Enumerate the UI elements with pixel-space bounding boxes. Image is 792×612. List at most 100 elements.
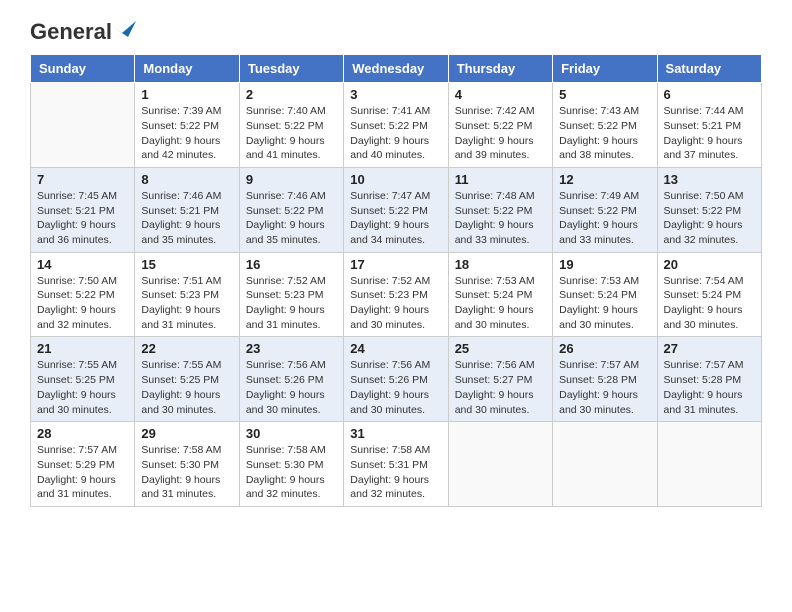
calendar-cell: 25 Sunrise: 7:56 AMSunset: 5:27 PMDayligh… (448, 337, 552, 422)
day-info: Sunrise: 7:56 AMSunset: 5:26 PMDaylight:… (246, 358, 337, 417)
calendar-cell: 11 Sunrise: 7:48 AMSunset: 5:22 PMDayligh… (448, 167, 552, 252)
calendar-cell: 14 Sunrise: 7:50 AMSunset: 5:22 PMDayligh… (31, 252, 135, 337)
calendar-cell: 13 Sunrise: 7:50 AMSunset: 5:22 PMDayligh… (657, 167, 761, 252)
calendar-cell: 30 Sunrise: 7:58 AMSunset: 5:30 PMDayligh… (239, 422, 343, 507)
day-number: 15 (141, 257, 232, 272)
day-info: Sunrise: 7:53 AMSunset: 5:24 PMDaylight:… (455, 274, 546, 333)
day-info: Sunrise: 7:50 AMSunset: 5:22 PMDaylight:… (664, 189, 755, 248)
calendar-cell: 5Sunrise: 7:43 AMSunset: 5:22 PMDaylight… (553, 83, 657, 168)
day-info: Sunrise: 7:56 AMSunset: 5:27 PMDaylight:… (455, 358, 546, 417)
calendar-cell (553, 422, 657, 507)
calendar-cell: 23 Sunrise: 7:56 AMSunset: 5:26 PMDayligh… (239, 337, 343, 422)
day-number: 1 (141, 87, 232, 102)
calendar-cell: 24 Sunrise: 7:56 AMSunset: 5:26 PMDayligh… (344, 337, 448, 422)
calendar-cell: 9 Sunrise: 7:46 AMSunset: 5:22 PMDaylight… (239, 167, 343, 252)
calendar-cell: 2Sunrise: 7:40 AMSunset: 5:22 PMDaylight… (239, 83, 343, 168)
day-info: Sunrise: 7:42 AMSunset: 5:22 PMDaylight:… (455, 104, 546, 163)
calendar-cell: 31 Sunrise: 7:58 AMSunset: 5:31 PMDayligh… (344, 422, 448, 507)
day-of-week-header: Thursday (448, 55, 552, 83)
calendar-cell: 7 Sunrise: 7:45 AMSunset: 5:21 PMDaylight… (31, 167, 135, 252)
day-number: 28 (37, 426, 128, 441)
day-info: Sunrise: 7:46 AMSunset: 5:21 PMDaylight:… (141, 189, 232, 248)
day-number: 7 (37, 172, 128, 187)
day-info: Sunrise: 7:39 AMSunset: 5:22 PMDaylight:… (141, 104, 232, 163)
day-info: Sunrise: 7:55 AMSunset: 5:25 PMDaylight:… (37, 358, 128, 417)
calendar-cell (31, 83, 135, 168)
day-number: 29 (141, 426, 232, 441)
day-info: Sunrise: 7:47 AMSunset: 5:22 PMDaylight:… (350, 189, 441, 248)
day-info: Sunrise: 7:55 AMSunset: 5:25 PMDaylight:… (141, 358, 232, 417)
day-info: Sunrise: 7:54 AMSunset: 5:24 PMDaylight:… (664, 274, 755, 333)
day-info: Sunrise: 7:57 AMSunset: 5:29 PMDaylight:… (37, 443, 128, 502)
calendar-week-row: 14 Sunrise: 7:50 AMSunset: 5:22 PMDayligh… (31, 252, 762, 337)
calendar-cell (448, 422, 552, 507)
day-info: Sunrise: 7:46 AMSunset: 5:22 PMDaylight:… (246, 189, 337, 248)
day-info: Sunrise: 7:50 AMSunset: 5:22 PMDaylight:… (37, 274, 128, 333)
logo-general-text: General (30, 19, 112, 44)
day-of-week-header: Wednesday (344, 55, 448, 83)
calendar-cell: 6Sunrise: 7:44 AMSunset: 5:21 PMDaylight… (657, 83, 761, 168)
day-info: Sunrise: 7:56 AMSunset: 5:26 PMDaylight:… (350, 358, 441, 417)
day-number: 10 (350, 172, 441, 187)
day-number: 18 (455, 257, 546, 272)
calendar-cell: 22 Sunrise: 7:55 AMSunset: 5:25 PMDayligh… (135, 337, 239, 422)
day-info: Sunrise: 7:57 AMSunset: 5:28 PMDaylight:… (664, 358, 755, 417)
calendar-cell: 3 Sunrise: 7:41 AMSunset: 5:22 PMDaylight… (344, 83, 448, 168)
day-number: 31 (350, 426, 441, 441)
calendar-week-row: 7 Sunrise: 7:45 AMSunset: 5:21 PMDaylight… (31, 167, 762, 252)
day-number: 30 (246, 426, 337, 441)
day-number: 26 (559, 341, 650, 356)
calendar-week-row: 21 Sunrise: 7:55 AMSunset: 5:25 PMDayligh… (31, 337, 762, 422)
calendar-cell: 4 Sunrise: 7:42 AMSunset: 5:22 PMDaylight… (448, 83, 552, 168)
day-of-week-header: Friday (553, 55, 657, 83)
calendar-cell: 26 Sunrise: 7:57 AMSunset: 5:28 PMDayligh… (553, 337, 657, 422)
day-info: Sunrise: 7:58 AMSunset: 5:31 PMDaylight:… (350, 443, 441, 502)
day-number: 13 (664, 172, 755, 187)
day-number: 12 (559, 172, 650, 187)
day-number: 3 (350, 87, 441, 102)
day-info: Sunrise: 7:58 AMSunset: 5:30 PMDaylight:… (246, 443, 337, 502)
day-number: 5 (559, 87, 650, 102)
day-info: Sunrise: 7:44 AMSunset: 5:21 PMDaylight:… (664, 104, 755, 163)
calendar-cell: 21 Sunrise: 7:55 AMSunset: 5:25 PMDayligh… (31, 337, 135, 422)
day-number: 14 (37, 257, 128, 272)
day-number: 24 (350, 341, 441, 356)
calendar-cell: 29Sunrise: 7:58 AMSunset: 5:30 PMDayligh… (135, 422, 239, 507)
day-info: Sunrise: 7:57 AMSunset: 5:28 PMDaylight:… (559, 358, 650, 417)
calendar-cell: 10 Sunrise: 7:47 AMSunset: 5:22 PMDayligh… (344, 167, 448, 252)
day-of-week-header: Saturday (657, 55, 761, 83)
calendar-cell: 8 Sunrise: 7:46 AMSunset: 5:21 PMDaylight… (135, 167, 239, 252)
calendar-cell: 18 Sunrise: 7:53 AMSunset: 5:24 PMDayligh… (448, 252, 552, 337)
day-number: 20 (664, 257, 755, 272)
calendar-cell: 28 Sunrise: 7:57 AMSunset: 5:29 PMDayligh… (31, 422, 135, 507)
day-number: 2 (246, 87, 337, 102)
day-number: 22 (141, 341, 232, 356)
day-number: 4 (455, 87, 546, 102)
calendar-week-row: 28 Sunrise: 7:57 AMSunset: 5:29 PMDayligh… (31, 422, 762, 507)
day-number: 27 (664, 341, 755, 356)
day-number: 23 (246, 341, 337, 356)
logo-bird-icon (114, 19, 136, 41)
day-of-week-header: Sunday (31, 55, 135, 83)
page-header: General (30, 20, 762, 44)
calendar-cell: 17Sunrise: 7:52 AMSunset: 5:23 PMDayligh… (344, 252, 448, 337)
day-number: 25 (455, 341, 546, 356)
day-info: Sunrise: 7:41 AMSunset: 5:22 PMDaylight:… (350, 104, 441, 163)
calendar-cell: 15 Sunrise: 7:51 AMSunset: 5:23 PMDayligh… (135, 252, 239, 337)
day-info: Sunrise: 7:45 AMSunset: 5:21 PMDaylight:… (37, 189, 128, 248)
day-info: Sunrise: 7:51 AMSunset: 5:23 PMDaylight:… (141, 274, 232, 333)
day-of-week-header: Tuesday (239, 55, 343, 83)
day-number: 11 (455, 172, 546, 187)
calendar-cell (657, 422, 761, 507)
day-number: 19 (559, 257, 650, 272)
calendar-cell: 27 Sunrise: 7:57 AMSunset: 5:28 PMDayligh… (657, 337, 761, 422)
day-info: Sunrise: 7:52 AMSunset: 5:23 PMDaylight:… (350, 274, 441, 333)
day-number: 16 (246, 257, 337, 272)
day-number: 21 (37, 341, 128, 356)
day-info: Sunrise: 7:53 AMSunset: 5:24 PMDaylight:… (559, 274, 650, 333)
day-number: 9 (246, 172, 337, 187)
calendar-cell: 20 Sunrise: 7:54 AMSunset: 5:24 PMDayligh… (657, 252, 761, 337)
calendar-header-row: SundayMondayTuesdayWednesdayThursdayFrid… (31, 55, 762, 83)
day-info: Sunrise: 7:48 AMSunset: 5:22 PMDaylight:… (455, 189, 546, 248)
day-number: 8 (141, 172, 232, 187)
